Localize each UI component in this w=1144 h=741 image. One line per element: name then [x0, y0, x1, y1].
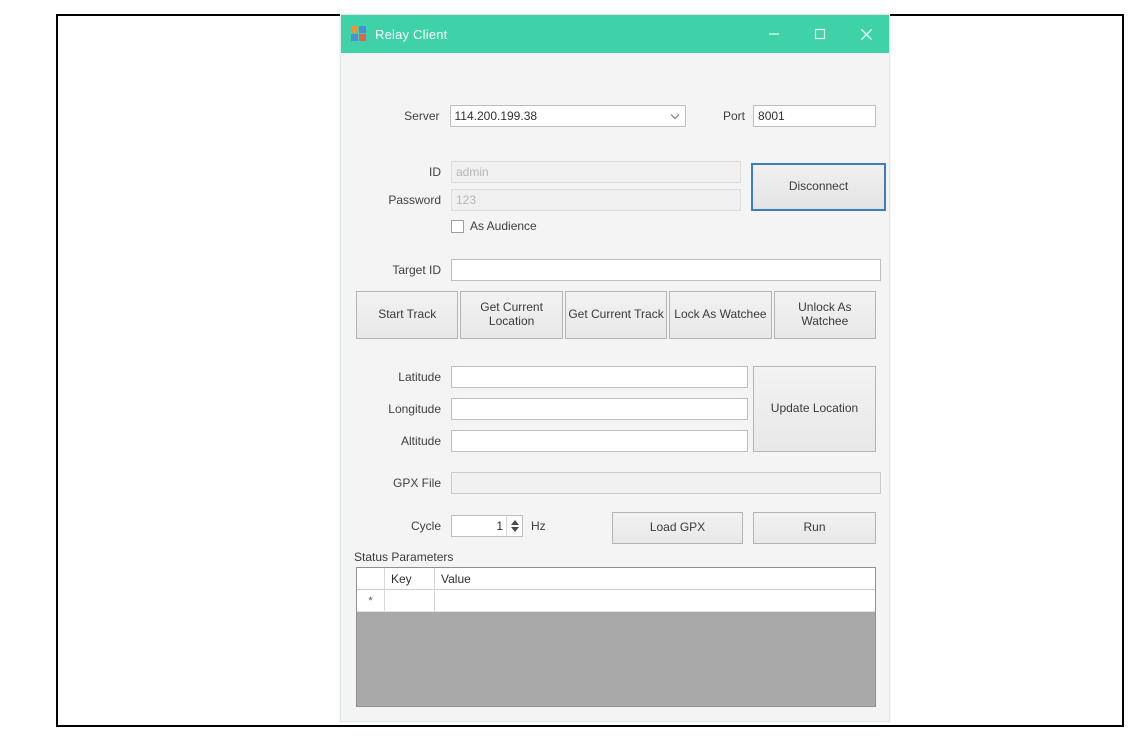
- load-gpx-button[interactable]: Load GPX: [612, 512, 743, 544]
- close-icon[interactable]: [843, 15, 889, 53]
- lock-as-watchee-label: Lock As Watchee: [674, 307, 767, 322]
- longitude-label: Longitude: [388, 402, 441, 416]
- cycle-label: Cycle: [410, 519, 441, 533]
- cycle-row: Cycle 1 Hz: [356, 515, 546, 537]
- as-audience-label: As Audience: [470, 219, 537, 233]
- server-combobox[interactable]: 114.200.199.38: [449, 105, 686, 127]
- latitude-label: Latitude: [398, 370, 441, 384]
- update-location-button[interactable]: Update Location: [753, 366, 876, 452]
- unlock-as-watchee-button[interactable]: Unlock As Watchee: [773, 291, 877, 339]
- as-audience-checkbox[interactable]: As Audience: [451, 219, 537, 233]
- screenshot-root: Relay Client Server 114.200.199.38 Port …: [0, 0, 1144, 741]
- status-parameters-label: Status Parameters: [354, 550, 454, 564]
- port-input[interactable]: 8001: [753, 105, 876, 127]
- server-value: 114.200.199.38: [454, 109, 538, 123]
- status-parameters-grid[interactable]: Key Value *: [356, 567, 876, 707]
- altitude-label: Altitude: [400, 434, 441, 448]
- run-button[interactable]: Run: [753, 512, 876, 544]
- window-title: Relay Client: [375, 26, 448, 42]
- password-label: Password: [388, 193, 441, 207]
- cycle-stepper[interactable]: 1: [451, 515, 523, 537]
- table-row[interactable]: *: [357, 590, 875, 612]
- grid-empty-area: [357, 612, 875, 706]
- grid-header-rowindicator: [357, 568, 385, 589]
- gpx-file-label: GPX File: [392, 476, 441, 490]
- longitude-row: Longitude: [356, 398, 776, 420]
- action-button-row: Start Track Get Current Location Get Cur…: [356, 291, 877, 339]
- target-id-input[interactable]: [451, 259, 881, 281]
- latitude-row: Latitude: [356, 366, 776, 388]
- row-value-cell[interactable]: [435, 590, 875, 611]
- run-label: Run: [803, 520, 826, 535]
- relay-client-window: Relay Client Server 114.200.199.38 Port …: [340, 14, 890, 722]
- grid-header-row: Key Value: [357, 568, 875, 590]
- gpx-file-input[interactable]: [451, 472, 881, 494]
- window-controls: [751, 15, 889, 53]
- longitude-input[interactable]: [451, 398, 748, 420]
- start-track-label: Start Track: [378, 307, 437, 322]
- target-id-label: Target ID: [392, 263, 441, 277]
- cycle-unit-label: Hz: [531, 519, 546, 533]
- title-bar: Relay Client: [341, 15, 889, 53]
- server-row: Server 114.200.199.38 Port 8001: [356, 105, 876, 127]
- disconnect-button-label: Disconnect: [788, 179, 849, 194]
- row-key-cell[interactable]: [385, 590, 435, 611]
- start-track-button[interactable]: Start Track: [356, 291, 459, 339]
- stepper-down-icon[interactable]: [510, 527, 519, 532]
- lock-as-watchee-button[interactable]: Lock As Watchee: [669, 291, 772, 339]
- stepper-arrows-icon[interactable]: [506, 516, 522, 536]
- minimize-icon[interactable]: [751, 15, 797, 53]
- checkbox-box-icon: [451, 219, 464, 233]
- get-current-location-button[interactable]: Get Current Location: [460, 291, 563, 339]
- target-id-row: Target ID: [356, 259, 886, 281]
- stepper-up-icon[interactable]: [510, 520, 519, 525]
- new-row-indicator: *: [357, 590, 385, 611]
- chevron-down-icon: [670, 106, 680, 126]
- id-input[interactable]: admin: [451, 161, 741, 183]
- cycle-value: 1: [496, 519, 503, 533]
- id-label: ID: [429, 165, 441, 179]
- grid-header-key[interactable]: Key: [385, 568, 435, 589]
- altitude-row: Altitude: [356, 430, 776, 452]
- load-gpx-label: Load GPX: [649, 520, 706, 535]
- latitude-input[interactable]: [451, 366, 748, 388]
- port-label: Port: [723, 109, 746, 123]
- altitude-input[interactable]: [451, 430, 748, 452]
- id-row: ID admin: [356, 161, 776, 183]
- maximize-icon[interactable]: [797, 15, 843, 53]
- unlock-as-watchee-label: Unlock As Watchee: [798, 300, 852, 328]
- server-label: Server: [404, 109, 440, 123]
- get-current-track-button[interactable]: Get Current Track: [564, 291, 668, 339]
- disconnect-button[interactable]: Disconnect: [751, 163, 886, 211]
- get-current-track-label: Get Current Track: [568, 307, 664, 322]
- get-current-location-label: Get Current Location: [480, 300, 543, 328]
- client-area: Server 114.200.199.38 Port 8001 ID admin…: [341, 53, 889, 721]
- update-location-label: Update Location: [770, 401, 859, 416]
- gpx-file-row: GPX File: [356, 472, 886, 494]
- grid-header-value[interactable]: Value: [435, 568, 875, 589]
- password-input[interactable]: 123: [451, 189, 741, 211]
- windows-logo-icon: [351, 26, 367, 42]
- password-row: Password 123: [356, 189, 776, 211]
